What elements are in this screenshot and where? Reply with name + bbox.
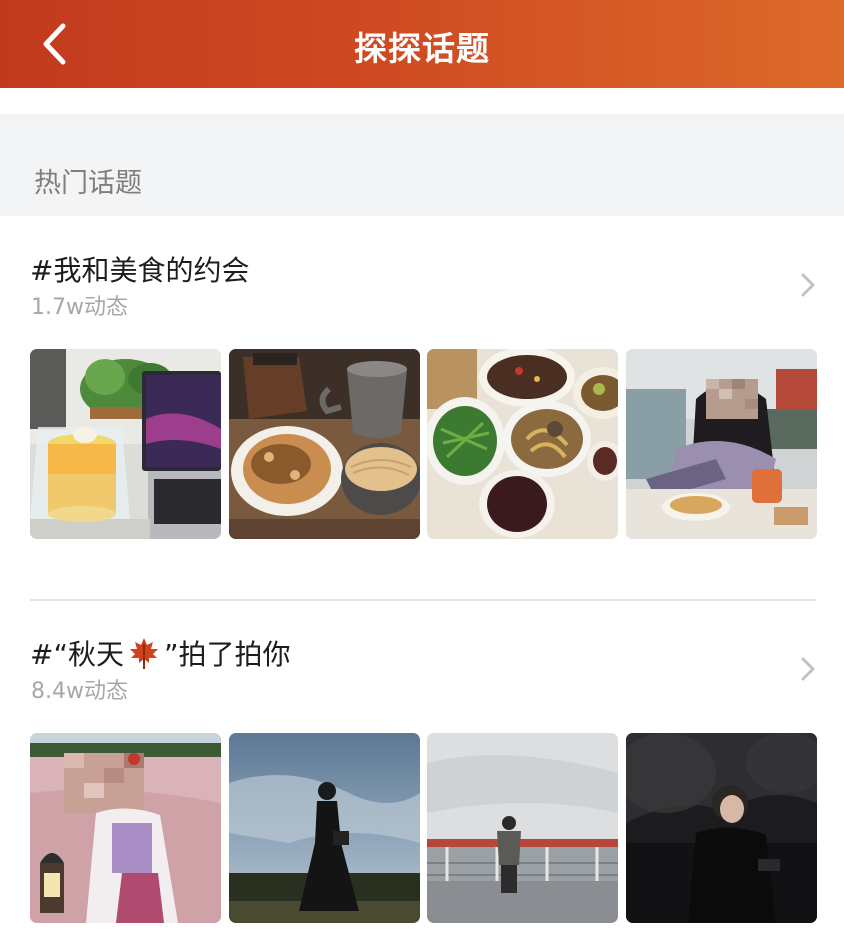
topic-divider (30, 599, 816, 601)
chevron-right-icon[interactable] (798, 655, 818, 683)
chevron-right-icon[interactable] (798, 271, 818, 299)
topic-image[interactable] (626, 733, 817, 923)
page-title: 探探话题 (354, 29, 490, 68)
topic-title-suffix: ”拍了拍你 (163, 638, 291, 671)
girl-pink-grass-photo (30, 733, 221, 923)
pancake-and-noodles-photo (229, 349, 420, 539)
topic-title[interactable]: #“秋天 ”拍了拍你 (30, 633, 290, 673)
topic-title-prefix: #“秋天 (30, 638, 124, 671)
woman-cafe-photo (626, 349, 817, 539)
dishes-table-photo (427, 349, 618, 539)
cake-and-laptop-photo (30, 349, 221, 539)
topic-images (30, 733, 817, 923)
section-header: 热门话题 (0, 114, 844, 216)
topic-image[interactable] (30, 349, 221, 539)
topic-image[interactable] (427, 349, 618, 539)
topic-image[interactable] (626, 349, 817, 539)
topic-count: 1.7w动态 (31, 295, 128, 320)
section-title: 热门话题 (34, 168, 142, 199)
topic-card[interactable]: #我和美食的约会 1.7w动态 (0, 249, 844, 549)
app-header: 探探话题 (0, 0, 844, 88)
maple-leaf-icon (129, 638, 158, 669)
topic-image[interactable] (427, 733, 618, 923)
topic-card[interactable]: #“秋天 ”拍了拍你 8.4w动态 (0, 633, 844, 931)
topic-image[interactable] (229, 733, 420, 923)
topic-image[interactable] (229, 349, 420, 539)
man-night-trees-photo (626, 733, 817, 923)
man-railing-river-photo (427, 733, 618, 923)
header-spacer (0, 88, 844, 114)
topic-title[interactable]: #我和美食的约会 (30, 249, 249, 289)
topic-count: 8.4w动态 (31, 679, 128, 704)
topic-images (30, 349, 817, 539)
topic-image[interactable] (30, 733, 221, 923)
woman-black-dress-sky-photo (229, 733, 420, 923)
